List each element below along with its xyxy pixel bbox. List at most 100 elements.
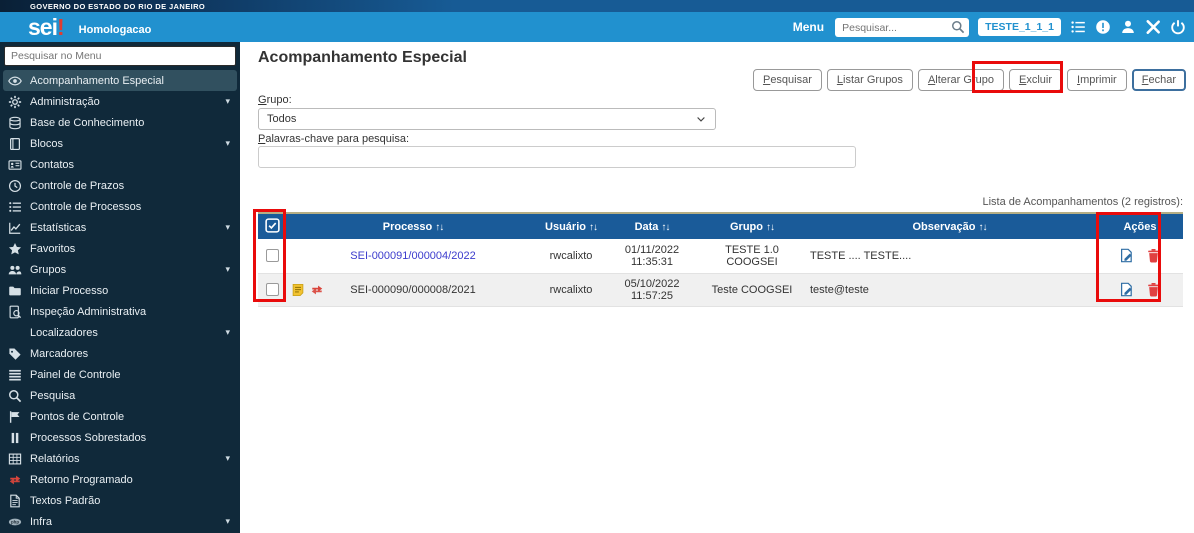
user-unit-badge[interactable]: TESTE_1_1_1 xyxy=(978,18,1061,36)
keywords-input[interactable] xyxy=(258,146,856,168)
sei-logo[interactable]: sei ! xyxy=(28,17,65,37)
sidebar-item-blocos[interactable]: Blocos▾ xyxy=(0,133,240,154)
sort-icon[interactable]: ↑↓ xyxy=(589,222,597,233)
header-actions: Menu TESTE_1_1_1 xyxy=(793,12,1186,42)
edit-icon[interactable] xyxy=(1119,282,1134,297)
government-banner: GOVERNO DO ESTADO DO RIO DE JANEIRO xyxy=(0,0,1194,12)
sei-logo-exclamation: ! xyxy=(57,17,65,37)
tools-icon[interactable] xyxy=(1145,19,1161,35)
processo-link[interactable]: SEI-000091/000004/2022 xyxy=(350,250,475,262)
acoes-cell xyxy=(1097,273,1183,306)
main-content: Acompanhamento Especial Pesquisar Listar… xyxy=(240,42,1194,533)
contact-card-icon xyxy=(8,158,22,172)
group-select[interactable]: Todos xyxy=(258,108,716,130)
sei-app-window: GOVERNO DO ESTADO DO RIO DE JANEIRO sei … xyxy=(0,0,1194,533)
column-header-acoes: Ações xyxy=(1097,213,1183,239)
sort-icon[interactable]: ↑↓ xyxy=(661,222,669,233)
power-icon[interactable] xyxy=(1170,19,1186,35)
page-title: Acompanhamento Especial xyxy=(258,49,467,67)
table-row: SEI-000091/000004/2022 rwcalixto 01/11/2… xyxy=(258,239,1183,273)
usuario-cell: rwcalixto xyxy=(540,273,602,306)
column-header-processo[interactable]: Processo↑↓ xyxy=(286,213,540,239)
delete-icon[interactable] xyxy=(1146,248,1161,263)
chevron-down-icon: ▾ xyxy=(225,453,230,464)
column-header-observacao[interactable]: Observação↑↓ xyxy=(802,213,1097,239)
keywords-label: Palavras-chave para pesquisa: xyxy=(258,133,409,145)
delete-icon[interactable] xyxy=(1146,282,1161,297)
chevron-down-icon: ▾ xyxy=(225,138,230,149)
acoes-cell xyxy=(1097,239,1183,273)
sidebar-item-relatorios[interactable]: Relatórios▾ xyxy=(0,448,240,469)
chevron-down-icon: ▾ xyxy=(225,516,230,527)
sidebar-item-retorno-programado[interactable]: Retorno Programado xyxy=(0,469,240,490)
chevron-down-icon: ▾ xyxy=(225,264,230,275)
excluir-button[interactable]: Excluir xyxy=(1009,69,1062,91)
menu-button[interactable]: Menu xyxy=(793,20,824,34)
search-icon[interactable] xyxy=(951,20,965,34)
sidebar-item-marcadores[interactable]: Marcadores xyxy=(0,343,240,364)
clock-icon xyxy=(8,179,22,193)
sidebar-item-estatisticas[interactable]: Estatísticas▾ xyxy=(0,217,240,238)
sort-icon[interactable]: ↑↓ xyxy=(435,222,443,233)
doc-search-icon xyxy=(8,305,22,319)
sidebar-item-iniciar-processo[interactable]: Iniciar Processo xyxy=(0,280,240,301)
data-cell: 01/11/2022 11:35:31 xyxy=(602,239,702,273)
row-checkbox-cell xyxy=(258,239,286,273)
imprimir-button[interactable]: Imprimir xyxy=(1067,69,1127,91)
user-icon[interactable] xyxy=(1120,19,1136,35)
sidebar-item-base-de-conhecimento[interactable]: Base de Conhecimento xyxy=(0,112,240,133)
row-checkbox[interactable] xyxy=(266,249,279,262)
php-icon xyxy=(8,515,22,529)
sidebar-item-grupos[interactable]: Grupos▾ xyxy=(0,259,240,280)
grupo-cell: Teste COOGSEI xyxy=(702,273,802,306)
chevron-down-icon: ▾ xyxy=(225,96,230,107)
folder-icon xyxy=(8,284,22,298)
sidebar-item-acompanhamento-especial[interactable]: Acompanhamento Especial xyxy=(3,70,237,91)
sidebar-item-pesquisa[interactable]: Pesquisa xyxy=(0,385,240,406)
sidebar-item-localizadores[interactable]: Localizadores▾ xyxy=(0,322,240,343)
pesquisar-button[interactable]: Pesquisar xyxy=(753,69,822,91)
sidebar-item-controle-de-prazos[interactable]: Controle de Prazos xyxy=(0,175,240,196)
book-icon xyxy=(8,137,22,151)
sidebar-item-controle-de-processos[interactable]: Controle de Processos xyxy=(0,196,240,217)
global-search-input[interactable] xyxy=(835,18,969,37)
sidebar-item-textos-padrao[interactable]: Textos Padrão xyxy=(0,490,240,511)
sort-icon[interactable]: ↑↓ xyxy=(766,222,774,233)
menu-search-input[interactable] xyxy=(4,46,236,66)
listar-grupos-button[interactable]: Listar Grupos xyxy=(827,69,913,91)
select-all-checkbox[interactable] xyxy=(265,218,280,233)
sidebar-item-infra[interactable]: Infra▾ xyxy=(0,511,240,532)
sidebar: Acompanhamento Especial Administração▾ B… xyxy=(0,42,240,533)
sidebar-item-processos-sobrestados[interactable]: Processos Sobrestados xyxy=(0,427,240,448)
alterar-grupo-button[interactable]: Alterar Grupo xyxy=(918,69,1004,91)
process-list-icon[interactable] xyxy=(1070,19,1086,35)
sei-logo-text: sei xyxy=(28,17,57,37)
column-header-grupo[interactable]: Grupo↑↓ xyxy=(702,213,802,239)
sidebar-item-contatos[interactable]: Contatos xyxy=(0,154,240,175)
column-header-data[interactable]: Data↑↓ xyxy=(602,213,702,239)
sidebar-item-favoritos[interactable]: Favoritos xyxy=(0,238,240,259)
gear-icon xyxy=(8,95,22,109)
annotation-note-icon[interactable] xyxy=(291,283,305,297)
row-checkbox[interactable] xyxy=(266,283,279,296)
sidebar-item-administracao[interactable]: Administração▾ xyxy=(0,91,240,112)
table-row: SEI-000090/000008/2021 rwcalixto 05/10/2… xyxy=(258,273,1183,306)
sidebar-item-pontos-de-controle[interactable]: Pontos de Controle xyxy=(0,406,240,427)
edit-icon[interactable] xyxy=(1119,248,1134,263)
processo-text: SEI-000090/000008/2021 xyxy=(350,284,475,296)
alert-icon[interactable] xyxy=(1095,19,1111,35)
bars-icon xyxy=(8,368,22,382)
column-header-usuario[interactable]: Usuário↑↓ xyxy=(540,213,602,239)
fechar-button[interactable]: Fechar xyxy=(1132,69,1186,91)
star-icon xyxy=(8,242,22,256)
sidebar-item-inspecao-administrativa[interactable]: Inspeção Administrativa xyxy=(0,301,240,322)
return-arrows-icon[interactable] xyxy=(310,283,324,297)
list-icon xyxy=(8,200,22,214)
acompanhamentos-table: Processo↑↓ Usuário↑↓ Data↑↓ Grupo↑↓ Obse… xyxy=(258,212,1183,307)
table-header-row: Processo↑↓ Usuário↑↓ Data↑↓ Grupo↑↓ Obse… xyxy=(258,213,1183,239)
sort-icon[interactable]: ↑↓ xyxy=(978,222,986,233)
sidebar-item-painel-de-controle[interactable]: Painel de Controle xyxy=(0,364,240,385)
processo-cell: SEI-000090/000008/2021 xyxy=(286,273,540,306)
toolbar: Pesquisar Listar Grupos Alterar Grupo Ex… xyxy=(753,69,1186,91)
eye-icon xyxy=(8,74,22,88)
